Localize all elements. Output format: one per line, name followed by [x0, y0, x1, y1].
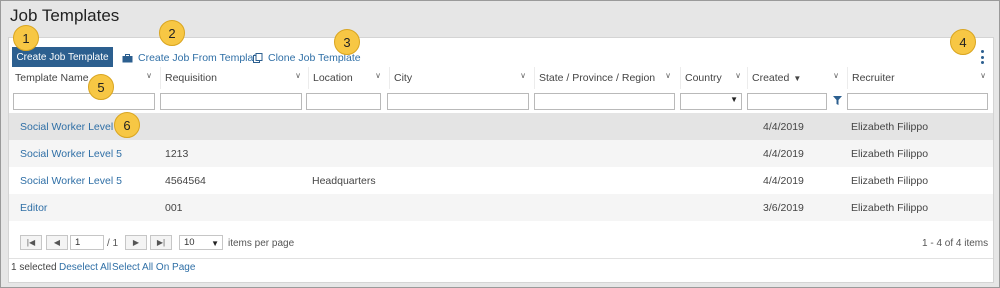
table-row[interactable]: Social Worker Level 5 4564564 Headquarte… — [9, 167, 993, 194]
created-cell: 4/4/2019 — [763, 147, 804, 160]
callout-badge: 6 — [114, 112, 140, 138]
col-header-requisition[interactable]: Requisition ∨ — [160, 67, 306, 89]
dropdown-arrow-icon: ▼ — [730, 95, 738, 104]
chevron-down-icon[interactable]: ∨ — [375, 71, 381, 80]
page-size-value: 10 — [184, 237, 195, 248]
filter-location-input[interactable] — [306, 93, 381, 110]
col-header-recruiter[interactable]: Recruiter ∨ — [847, 67, 991, 89]
created-cell: 4/4/2019 — [763, 174, 804, 187]
first-page-icon[interactable]: |◀ — [20, 235, 42, 250]
chevron-down-icon[interactable]: ∨ — [980, 71, 986, 80]
total-pages: / 1 — [107, 238, 119, 249]
per-page-label: items per page — [228, 238, 295, 249]
callout-badge: 3 — [334, 29, 360, 55]
app-window: Job Templates Create Job Template Create… — [0, 0, 1000, 288]
col-header-template-name[interactable]: Template Name ∨ — [11, 67, 157, 89]
created-cell: 4/4/2019 — [763, 120, 804, 133]
chevron-down-icon[interactable]: ∨ — [146, 71, 152, 80]
col-header-label: State / Province / Region — [539, 72, 656, 84]
job-templates-panel: Create Job Template Create Job From Temp… — [8, 37, 994, 283]
requisition-cell: 1213 — [165, 147, 189, 160]
filter-created-input[interactable] — [747, 93, 827, 110]
table-row[interactable]: Social Worker Level 2 4/4/2019 Elizabeth… — [9, 113, 993, 140]
chevron-down-icon[interactable]: ∨ — [833, 71, 839, 80]
template-name-link[interactable]: Social Worker Level 2 — [20, 113, 122, 140]
recruiter-cell: Elizabeth Filippo — [851, 201, 929, 214]
filter-recruiter-input[interactable] — [847, 93, 988, 110]
filter-requisition-input[interactable] — [160, 93, 302, 110]
filter-template-name-input[interactable] — [13, 93, 155, 110]
toolbar: Create Job Template Create Job From Temp… — [9, 38, 993, 68]
clone-icon — [253, 53, 263, 63]
table-row[interactable]: Social Worker Level 5 1213 4/4/2019 Eliz… — [9, 140, 993, 167]
filter-state-input[interactable] — [534, 93, 675, 110]
col-header-label: Recruiter — [852, 72, 895, 84]
callout-badge: 5 — [88, 74, 114, 100]
page-size-select[interactable]: 10 ▼ — [179, 235, 223, 250]
callout-badge: 2 — [159, 20, 185, 46]
chevron-down-icon[interactable]: ∨ — [295, 71, 301, 80]
deselect-all-link[interactable]: Deselect All — [59, 262, 111, 273]
template-name-link[interactable]: Social Worker Level 5 — [20, 140, 122, 167]
created-cell: 3/6/2019 — [763, 201, 804, 214]
select-all-on-page-link[interactable]: Select All On Page — [112, 262, 195, 273]
page-number-input[interactable]: 1 — [70, 235, 104, 250]
divider — [9, 258, 993, 259]
col-header-country[interactable]: Country ∨ — [680, 67, 746, 89]
col-header-label: Created — [752, 72, 790, 84]
chevron-down-icon[interactable]: ∨ — [665, 71, 671, 80]
location-cell: Headquarters — [312, 174, 376, 187]
next-page-icon[interactable]: ▶ — [125, 235, 147, 250]
template-name-link[interactable]: Editor — [20, 194, 47, 221]
chevron-down-icon[interactable]: ∨ — [520, 71, 526, 80]
recruiter-cell: Elizabeth Filippo — [851, 174, 929, 187]
filter-city-input[interactable] — [387, 93, 529, 110]
col-header-created[interactable]: Created ▼ ∨ — [747, 67, 844, 89]
requisition-cell: 4564564 — [165, 174, 206, 187]
col-header-label: Country — [685, 72, 722, 84]
recruiter-cell: Elizabeth Filippo — [851, 120, 929, 133]
col-header-label: City — [394, 72, 413, 84]
dropdown-arrow-icon: ▼ — [211, 239, 219, 248]
table-row[interactable]: Editor 001 3/6/2019 Elizabeth Filippo — [9, 194, 993, 221]
last-page-icon[interactable]: ▶| — [150, 235, 172, 250]
pager: |◀ ◀ 1 / 1 ▶ ▶| 10 ▼ items per page 1 - … — [9, 232, 993, 260]
col-header-label: Template Name — [15, 72, 89, 84]
filter-funnel-icon[interactable] — [833, 96, 842, 108]
filter-country-select[interactable]: ▼ — [680, 93, 742, 110]
chevron-down-icon[interactable]: ∨ — [735, 71, 741, 80]
create-job-from-template-label: Create Job From Template — [138, 52, 263, 64]
col-header-label: Requisition — [165, 72, 217, 84]
callout-badge: 1 — [13, 25, 39, 51]
requisition-cell: 001 — [165, 201, 183, 214]
items-summary: 1 - 4 of 4 items — [922, 238, 989, 249]
col-header-label: Location — [313, 72, 353, 84]
col-header-location[interactable]: Location ∨ — [308, 67, 386, 89]
create-job-from-template-button[interactable]: Create Job From Template — [122, 50, 262, 66]
page-title: Job Templates — [10, 6, 120, 25]
kebab-menu-icon[interactable] — [978, 50, 986, 64]
recruiter-cell: Elizabeth Filippo — [851, 147, 929, 160]
col-header-city[interactable]: City ∨ — [389, 67, 531, 89]
sort-desc-icon[interactable]: ▼ — [793, 74, 801, 83]
prev-page-icon[interactable]: ◀ — [46, 235, 68, 250]
callout-badge: 4 — [950, 29, 976, 55]
briefcase-icon — [122, 53, 133, 62]
selected-count: 1 selected — [11, 262, 57, 273]
template-name-link[interactable]: Social Worker Level 5 — [20, 167, 122, 194]
col-header-state[interactable]: State / Province / Region ∨ — [534, 67, 676, 89]
